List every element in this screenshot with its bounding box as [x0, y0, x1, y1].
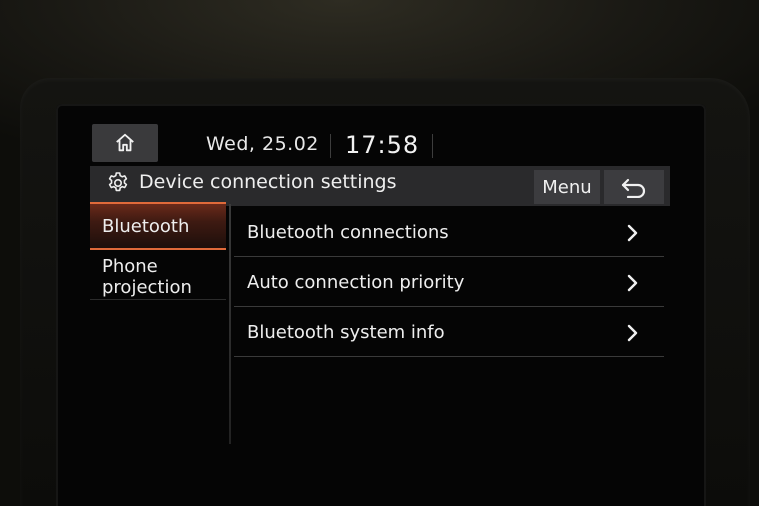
back-arrow-icon	[621, 178, 646, 198]
date-display: Wed, 25.02	[206, 133, 319, 155]
chevron-right-icon	[627, 324, 638, 342]
car-dashboard: Wed, 25.02 17:58 Device connection setti…	[0, 0, 759, 506]
home-icon	[116, 133, 134, 152]
status-separator	[432, 134, 433, 158]
chevron-right-icon	[627, 224, 638, 242]
tab-label: Phone	[102, 256, 158, 277]
gear-icon	[108, 172, 128, 192]
menu-button[interactable]: Menu	[534, 170, 600, 204]
tab-label: Bluetooth	[102, 215, 190, 237]
home-button[interactable]	[92, 124, 158, 162]
panel-divider	[229, 204, 231, 444]
chevron-right-icon	[627, 274, 638, 292]
status-separator	[330, 134, 331, 158]
clock-display: 17:58	[345, 131, 420, 159]
tab-label: projection	[102, 277, 192, 298]
page-title: Device connection settings	[139, 171, 397, 193]
tab-bluetooth[interactable]: Bluetooth	[90, 202, 226, 250]
list-item-label: Bluetooth connections	[247, 222, 449, 243]
back-button[interactable]	[604, 170, 664, 204]
list-item-label: Bluetooth system info	[247, 322, 445, 343]
list-item-bluetooth-connections[interactable]: Bluetooth connections	[234, 208, 664, 257]
list-item-auto-connection-priority[interactable]: Auto connection priority	[234, 258, 664, 307]
tab-phone-projection[interactable]: Phone projection	[90, 254, 226, 300]
list-item-label: Auto connection priority	[247, 272, 465, 293]
list-item-bluetooth-system-info[interactable]: Bluetooth system info	[234, 308, 664, 357]
